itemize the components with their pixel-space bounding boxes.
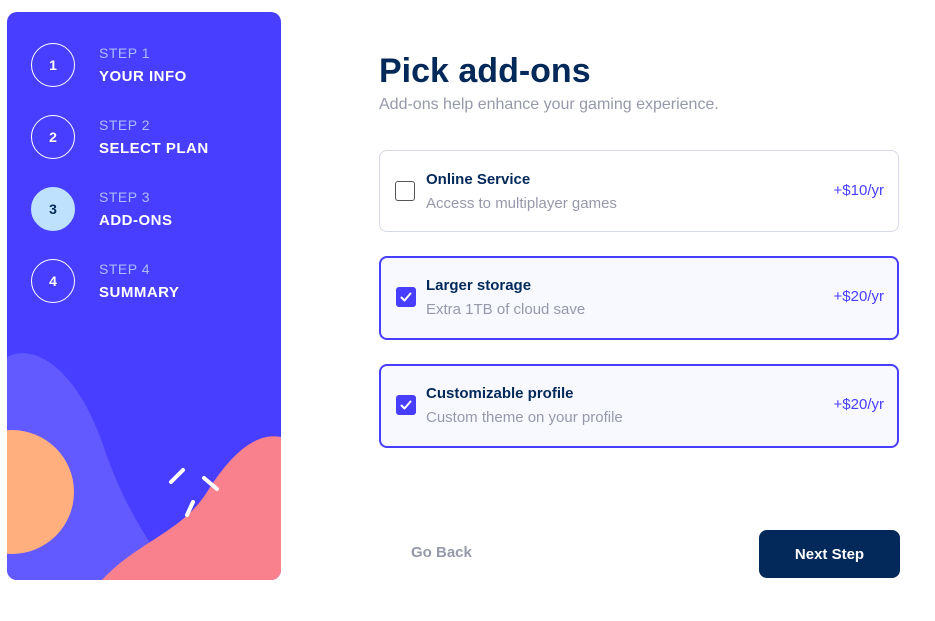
addon-customizable-profile[interactable]: Customizable profile Custom theme on you… [379, 364, 899, 448]
step-1: 1 STEP 1 YOUR INFO [31, 43, 187, 87]
step-number: 4 [31, 259, 75, 303]
page-subtitle: Add-ons help enhance your gaming experie… [379, 96, 719, 113]
checkmark-icon [400, 400, 412, 410]
step-number: 2 [31, 115, 75, 159]
step-label: STEP 2 [99, 116, 150, 133]
addon-checkbox[interactable] [395, 181, 415, 201]
step-number: 3 [31, 187, 75, 231]
step-number: 1 [31, 43, 75, 87]
addon-description: Access to multiplayer games [426, 195, 617, 212]
step-2: 2 STEP 2 SELECT PLAN [31, 115, 209, 159]
addon-price: +$20/yr [833, 396, 884, 413]
addon-checkbox[interactable] [396, 287, 416, 307]
addon-price: +$10/yr [833, 182, 884, 199]
go-back-button[interactable]: Go Back [411, 544, 472, 561]
addon-name: Customizable profile [426, 385, 574, 402]
step-label: STEP 3 [99, 188, 150, 205]
step-3: 3 STEP 3 ADD-ONS [31, 187, 173, 231]
step-title: SELECT PLAN [99, 139, 209, 157]
addon-description: Custom theme on your profile [426, 409, 623, 426]
sidebar: 1 STEP 1 YOUR INFO 2 STEP 2 SELECT PLAN … [7, 12, 281, 580]
checkmark-icon [400, 292, 412, 302]
addon-name: Online Service [426, 171, 531, 188]
step-title: YOUR INFO [99, 67, 187, 85]
addon-checkbox[interactable] [396, 395, 416, 415]
next-step-button[interactable]: Next Step [759, 530, 900, 578]
addon-online-service[interactable]: Online Service Access to multiplayer gam… [379, 150, 899, 232]
addon-price: +$20/yr [833, 288, 884, 305]
step-title: ADD-ONS [99, 211, 173, 229]
step-label: STEP 1 [99, 44, 150, 61]
main-content: Pick add-ons Add-ons help enhance your g… [379, 0, 900, 621]
step-4: 4 STEP 4 SUMMARY [31, 259, 179, 303]
step-label: STEP 4 [99, 260, 150, 277]
step-title: SUMMARY [99, 283, 180, 301]
page-title: Pick add-ons [379, 52, 591, 90]
addon-name: Larger storage [426, 277, 532, 294]
addon-larger-storage[interactable]: Larger storage Extra 1TB of cloud save +… [379, 256, 899, 340]
addon-description: Extra 1TB of cloud save [426, 301, 586, 318]
